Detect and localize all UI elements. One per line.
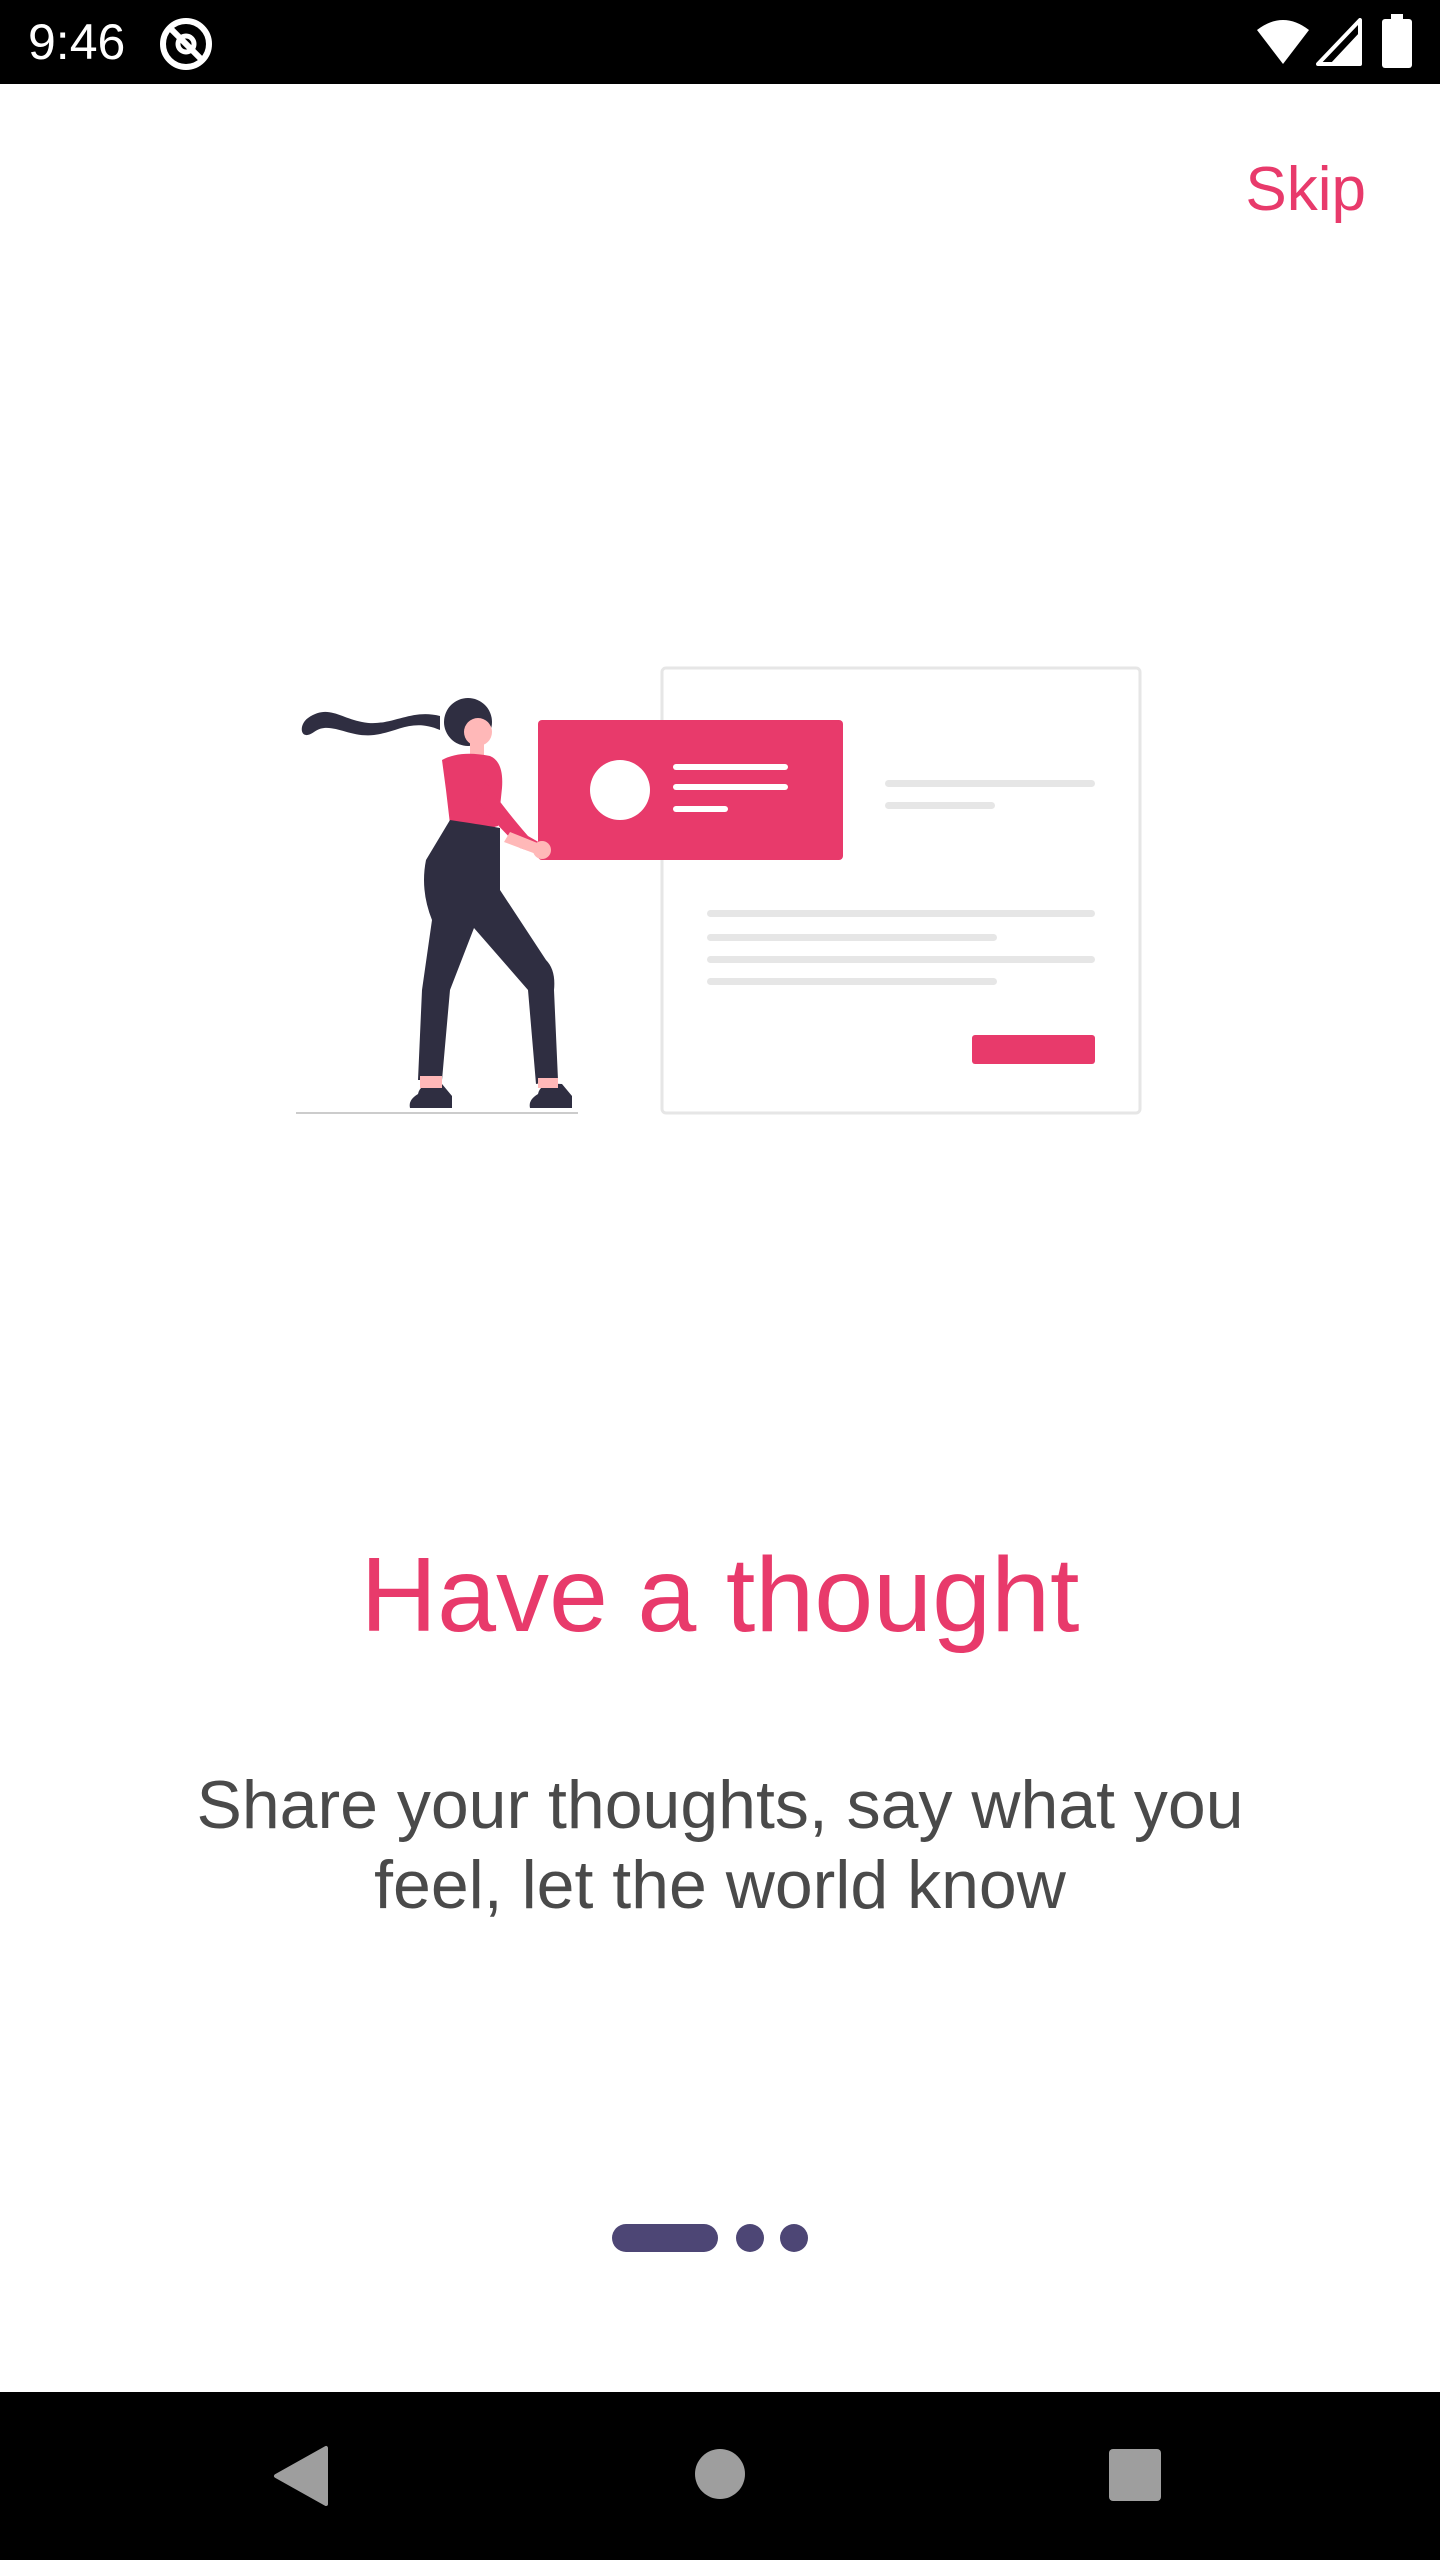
page-indicator-dot (780, 2224, 808, 2252)
onboarding-title: Have a thought (360, 1536, 1080, 1654)
wifi-icon (1257, 20, 1309, 64)
page-indicator-dot-active (612, 2224, 718, 2252)
onboarding-illustration (296, 666, 1142, 1115)
cell-signal-icon (1316, 18, 1362, 66)
recents-icon[interactable] (1108, 2448, 1162, 2502)
page-indicator (612, 2223, 824, 2253)
page-indicator-dot (736, 2224, 764, 2252)
battery-icon (1382, 14, 1412, 68)
back-icon[interactable] (270, 2444, 330, 2508)
home-icon[interactable] (694, 2448, 746, 2500)
status-bar: 9:46 (0, 0, 1440, 84)
skip-button[interactable]: Skip (1245, 150, 1366, 230)
onboarding-description: Share your thoughts, say what you feel, … (196, 1767, 1244, 1923)
navigation-bar (0, 2392, 1440, 2560)
app-notification-icon (160, 18, 212, 70)
status-time: 9:46 (28, 14, 126, 70)
document-button-shape (972, 1035, 1095, 1064)
